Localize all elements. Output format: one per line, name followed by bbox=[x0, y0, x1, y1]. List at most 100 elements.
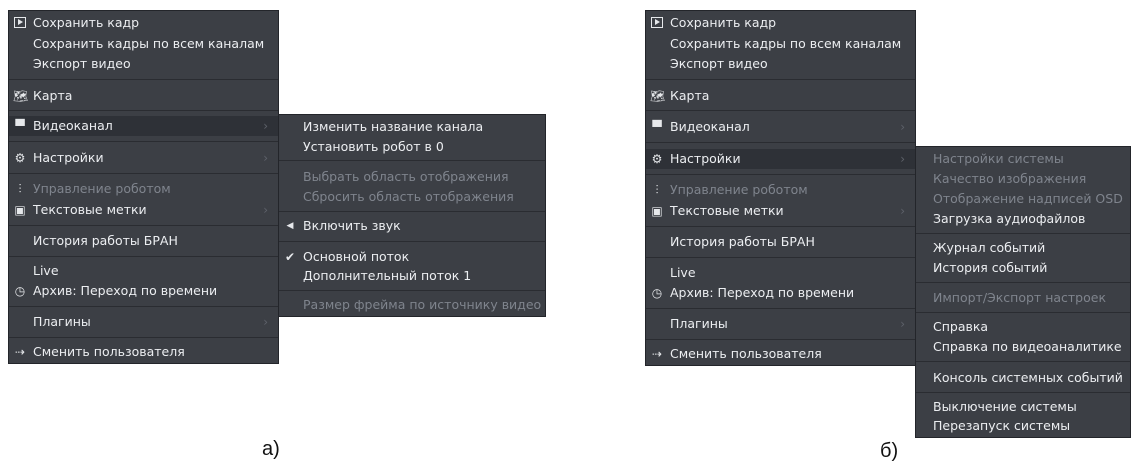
menu-item-enable-sound[interactable]: ◀ Включить звук bbox=[279, 216, 545, 236]
menu-item-system-settings: Настройки системы bbox=[933, 151, 1064, 166]
menu-item-live[interactable]: Live bbox=[646, 263, 915, 283]
menu-item-frame-size-by-source: Размер фрейма по источнику видео bbox=[303, 297, 542, 312]
map-icon: 🗺 bbox=[650, 89, 666, 103]
separator bbox=[646, 79, 915, 80]
menu-item-event-history[interactable]: История событий bbox=[916, 258, 1130, 278]
menu-item-archive-goto-time[interactable]: ◷ Архив: Переход по времени bbox=[9, 281, 278, 301]
menu-item-archive-goto-time[interactable]: ◷ Архив: Переход по времени bbox=[646, 283, 915, 303]
separator bbox=[9, 256, 278, 257]
menu-item-map[interactable]: 🗺 Карта bbox=[646, 86, 915, 106]
chevron-right-icon: › bbox=[900, 204, 905, 218]
separator bbox=[279, 290, 545, 291]
separator bbox=[9, 337, 278, 338]
menu-item-set-robot-zero[interactable]: Установить робот в 0 bbox=[279, 137, 545, 157]
separator bbox=[9, 225, 278, 226]
menu-item-live[interactable]: Live bbox=[9, 261, 278, 281]
chevron-right-icon: › bbox=[263, 151, 268, 165]
chevron-right-icon: › bbox=[263, 203, 268, 217]
separator bbox=[646, 142, 915, 143]
gears-icon: ⚙ bbox=[14, 151, 26, 165]
separator bbox=[646, 174, 915, 175]
separator bbox=[646, 257, 915, 258]
menu-item-bran-history[interactable]: История работы БРАН bbox=[9, 231, 278, 251]
menu-item-help-video-analytics[interactable]: Справка по видеоаналитике bbox=[916, 337, 1130, 357]
separator bbox=[9, 173, 278, 174]
text-label-icon: ▣ bbox=[14, 203, 26, 217]
menu-item-export-video[interactable]: Экспорт видео bbox=[9, 54, 278, 74]
separator bbox=[9, 79, 278, 80]
chevron-right-icon: › bbox=[263, 119, 268, 133]
clock-icon: ◷ bbox=[651, 286, 663, 300]
menu-item-extra-stream-1[interactable]: Дополнительный поток 1 bbox=[279, 266, 545, 286]
separator bbox=[646, 308, 915, 309]
separator bbox=[279, 241, 545, 242]
separator bbox=[916, 312, 1130, 313]
menu-item-save-all-frames[interactable]: Сохранить кадры по всем каналам bbox=[646, 34, 915, 54]
menu-item-text-labels[interactable]: ▣ Текстовые метки › bbox=[9, 200, 278, 220]
menu-item-plugins[interactable]: Плагины › bbox=[9, 312, 278, 332]
menu-item-settings[interactable]: ⚙ Настройки › bbox=[646, 149, 915, 169]
menu-item-rename-channel[interactable]: Изменить название канала bbox=[279, 117, 545, 137]
context-menu-right: Сохранить кадр Сохранить кадры по всем к… bbox=[645, 10, 916, 366]
menu-item-switch-user[interactable]: ⇢ Сменить пользователя bbox=[9, 342, 278, 362]
menu-item-audio-upload[interactable]: Загрузка аудиофайлов bbox=[916, 209, 1130, 229]
menu-item-bran-history[interactable]: История работы БРАН bbox=[646, 232, 915, 252]
separator bbox=[916, 361, 1130, 362]
sliders-icon: ⫶ bbox=[18, 182, 22, 196]
separator bbox=[9, 141, 278, 142]
submenu-videochannel: Изменить название канала Установить робо… bbox=[278, 114, 546, 317]
menu-item-save-frame[interactable]: Сохранить кадр bbox=[9, 13, 278, 33]
chevron-right-icon: › bbox=[900, 317, 905, 331]
context-menu-left: Сохранить кадр Сохранить кадры по всем к… bbox=[8, 10, 279, 364]
menu-item-export-video[interactable]: Экспорт видео bbox=[646, 54, 915, 74]
user-switch-icon: ⇢ bbox=[651, 347, 663, 361]
separator bbox=[646, 339, 915, 340]
user-switch-icon: ⇢ bbox=[14, 345, 26, 359]
separator bbox=[646, 226, 915, 227]
chevron-right-icon: › bbox=[900, 120, 905, 134]
separator bbox=[916, 282, 1130, 283]
menu-item-settings[interactable]: ⚙ Настройки › bbox=[9, 148, 278, 168]
map-icon: 🗺 bbox=[13, 89, 29, 103]
separator bbox=[646, 110, 915, 111]
separator bbox=[9, 306, 278, 307]
camera-icon: ▀ bbox=[652, 120, 662, 134]
separator bbox=[279, 160, 545, 161]
chevron-right-icon: › bbox=[900, 152, 905, 166]
menu-item-robot-control: ⫶ Управление роботом bbox=[646, 180, 915, 200]
menu-item-import-export: Импорт/Экспорт настроек bbox=[933, 290, 1106, 305]
menu-item-save-all-frames[interactable]: Сохранить кадры по всем каналам bbox=[9, 34, 278, 54]
caption-right: б) bbox=[880, 440, 899, 462]
menu-item-shutdown[interactable]: Выключение системы bbox=[916, 397, 1130, 417]
menu-item-help[interactable]: Справка bbox=[916, 317, 1130, 337]
separator bbox=[9, 110, 278, 111]
menu-item-osd-display: Отображение надписей OSD bbox=[933, 191, 1123, 206]
menu-item-text-labels[interactable]: ▣ Текстовые метки › bbox=[646, 201, 915, 221]
separator bbox=[916, 233, 1130, 234]
menu-item-plugins[interactable]: Плагины › bbox=[646, 314, 915, 334]
text-label-icon: ▣ bbox=[651, 204, 663, 218]
gears-icon: ⚙ bbox=[651, 152, 663, 166]
check-icon: ✔ bbox=[284, 250, 296, 264]
menu-item-main-stream[interactable]: ✔ Основной поток bbox=[279, 247, 545, 267]
menu-item-event-journal[interactable]: Журнал событий bbox=[916, 238, 1130, 258]
camera-icon: ▀ bbox=[15, 119, 25, 133]
menu-item-robot-control: ⫶ Управление роботом bbox=[9, 179, 278, 199]
play-icon bbox=[650, 16, 664, 30]
sliders-icon: ⫶ bbox=[655, 183, 659, 197]
play-icon bbox=[13, 16, 27, 30]
menu-item-restart[interactable]: Перезапуск системы bbox=[916, 416, 1130, 436]
speaker-icon: ◀ bbox=[286, 221, 294, 231]
separator bbox=[279, 211, 545, 212]
caption-left: а) bbox=[262, 438, 280, 460]
menu-item-videochannel[interactable]: ▀ Видеоканал › bbox=[9, 116, 278, 136]
menu-item-videochannel[interactable]: ▀ Видеоканал › bbox=[646, 117, 915, 137]
menu-item-switch-user[interactable]: ⇢ Сменить пользователя bbox=[646, 344, 915, 364]
menu-item-save-frame[interactable]: Сохранить кадр bbox=[646, 13, 915, 33]
submenu-settings: Настройки системы Качество изображения О… bbox=[915, 146, 1131, 438]
menu-item-reset-area: Сбросить область отображения bbox=[303, 189, 514, 204]
clock-icon: ◷ bbox=[14, 284, 26, 298]
menu-item-map[interactable]: 🗺 Карта bbox=[9, 86, 278, 106]
menu-item-system-event-console[interactable]: Консоль системных событий bbox=[916, 368, 1130, 388]
chevron-right-icon: › bbox=[263, 315, 268, 329]
